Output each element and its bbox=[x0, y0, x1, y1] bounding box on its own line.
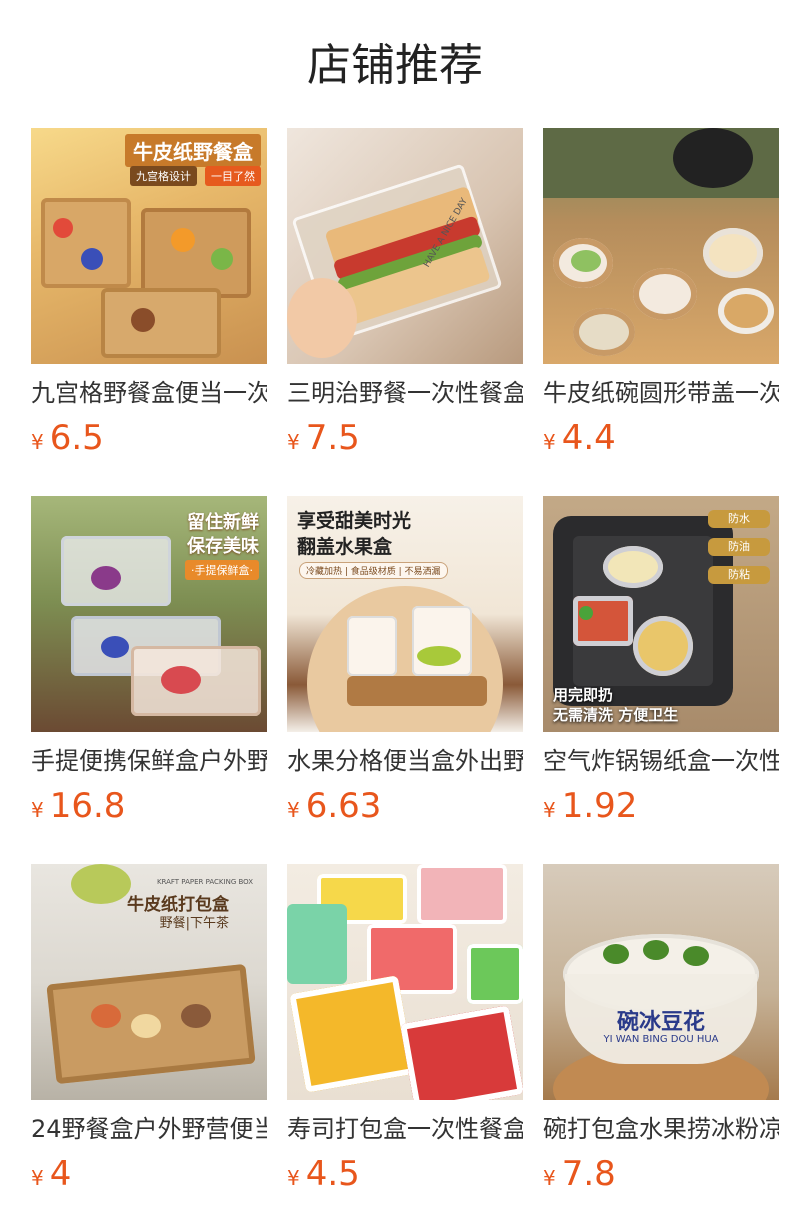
image-headline: 牛皮纸野餐盒 bbox=[125, 134, 261, 167]
price-value: 6.5 bbox=[49, 418, 104, 458]
product-name[interactable]: 碗打包盒水果捞冰粉凉 bbox=[543, 1114, 779, 1144]
image-tag: 翻盖水果盒 bbox=[297, 536, 393, 558]
image-tag: 九宫格设计 bbox=[130, 166, 197, 186]
price-value: 4.4 bbox=[561, 418, 616, 458]
currency-symbol: ¥ bbox=[287, 1166, 300, 1190]
currency-symbol: ¥ bbox=[543, 798, 556, 822]
price-value: 4 bbox=[49, 1154, 72, 1194]
product-name[interactable]: 九宫格野餐盒便当一次性餐 bbox=[31, 378, 267, 408]
product-price: ¥4.4 bbox=[543, 418, 616, 464]
product-image[interactable] bbox=[543, 128, 779, 364]
product-card[interactable]: 寿司打包盒一次性餐盒 ¥4.5 bbox=[287, 864, 523, 1232]
product-price: ¥6.63 bbox=[287, 786, 381, 832]
product-price: ¥6.5 bbox=[31, 418, 104, 464]
image-tag: YI WAN BING DOU HUA bbox=[603, 1034, 719, 1045]
product-name[interactable]: 24野餐盒户外野营便当 bbox=[31, 1114, 267, 1144]
product-card[interactable]: 碗冰豆花 YI WAN BING DOU HUA 碗打包盒水果捞冰粉凉 ¥7.8 bbox=[543, 864, 779, 1232]
product-image[interactable]: KRAFT PAPER PACKING BOX 牛皮纸打包盒 野餐|下午茶 bbox=[31, 864, 267, 1100]
product-name[interactable]: 寿司打包盒一次性餐盒 bbox=[287, 1114, 523, 1144]
product-name[interactable]: 手提便携保鲜盒户外野餐 bbox=[31, 746, 267, 776]
product-card[interactable]: KRAFT PAPER PACKING BOX 牛皮纸打包盒 野餐|下午茶 24… bbox=[31, 864, 267, 1232]
price-value: 16.8 bbox=[49, 786, 126, 826]
product-image[interactable]: 碗冰豆花 YI WAN BING DOU HUA bbox=[543, 864, 779, 1100]
product-card[interactable]: 享受甜美时光 翻盖水果盒 冷藏加热 | 食品级材质 | 不易洒漏 水果分格便当盒… bbox=[287, 496, 523, 864]
image-tag: 野餐|下午茶 bbox=[159, 916, 229, 931]
image-tag: 冷藏加热 | 食品级材质 | 不易洒漏 bbox=[299, 562, 448, 579]
currency-symbol: ¥ bbox=[31, 1166, 44, 1190]
product-card[interactable]: 留住新鲜 保存美味 ·手提保鲜盒· 手提便携保鲜盒户外野餐 ¥16.8 bbox=[31, 496, 267, 864]
image-badge: 防水 bbox=[728, 512, 750, 525]
product-price: ¥1.92 bbox=[543, 786, 637, 832]
price-value: 6.63 bbox=[305, 786, 382, 826]
currency-symbol: ¥ bbox=[543, 1166, 556, 1190]
image-badge: 防粘 bbox=[728, 568, 750, 581]
product-card[interactable]: 防水 防油 防粘 用完即扔 无需清洗 方便卫生 空气炸锅锡纸盒一次性 ¥1.92 bbox=[543, 496, 779, 864]
price-value: 7.8 bbox=[561, 1154, 616, 1194]
image-tag: 一目了然 bbox=[205, 166, 261, 186]
image-caption: 用完即扔 bbox=[553, 686, 614, 704]
currency-symbol: ¥ bbox=[543, 430, 556, 454]
currency-symbol: ¥ bbox=[31, 430, 44, 454]
image-headline: 留住新鲜 bbox=[187, 512, 259, 533]
image-caption: 无需清洗 方便卫生 bbox=[553, 706, 679, 724]
product-name[interactable]: 三明治野餐一次性餐盒 bbox=[287, 378, 523, 408]
product-image[interactable]: 享受甜美时光 翻盖水果盒 冷藏加热 | 食品级材质 | 不易洒漏 bbox=[287, 496, 523, 732]
price-value: 7.5 bbox=[305, 418, 360, 458]
product-price: ¥16.8 bbox=[31, 786, 125, 832]
product-image[interactable]: HAVE A NICE DAY bbox=[287, 128, 523, 364]
image-headline: 碗冰豆花 bbox=[616, 1010, 705, 1035]
product-image[interactable]: 防水 防油 防粘 用完即扔 无需清洗 方便卫生 bbox=[543, 496, 779, 732]
product-card[interactable]: 牛皮纸野餐盒 九宫格设计 一目了然 九宫格野餐盒便当一次性餐 ¥6.5 bbox=[31, 128, 267, 496]
product-price: ¥4 bbox=[31, 1154, 71, 1200]
product-name[interactable]: 空气炸锅锡纸盒一次性 bbox=[543, 746, 779, 776]
page: 店铺推荐 牛皮纸野餐盒 九宫格设计 一目了然 九宫格野餐盒便当一次性餐 ¥6.5 bbox=[0, 0, 790, 1232]
image-tag: ·手提保鲜盒· bbox=[185, 560, 259, 580]
product-price: ¥7.5 bbox=[287, 418, 360, 464]
image-badge: 防油 bbox=[728, 540, 750, 553]
page-title: 店铺推荐 bbox=[307, 40, 483, 91]
product-image[interactable]: 留住新鲜 保存美味 ·手提保鲜盒· bbox=[31, 496, 267, 732]
product-card[interactable]: 牛皮纸碗圆形带盖一次性 ¥4.4 bbox=[543, 128, 779, 496]
currency-symbol: ¥ bbox=[287, 798, 300, 822]
product-price: ¥4.5 bbox=[287, 1154, 360, 1200]
product-grid: 牛皮纸野餐盒 九宫格设计 一目了然 九宫格野餐盒便当一次性餐 ¥6.5 HAVE… bbox=[31, 128, 779, 1232]
product-name[interactable]: 牛皮纸碗圆形带盖一次性 bbox=[543, 378, 779, 408]
currency-symbol: ¥ bbox=[31, 798, 44, 822]
product-name[interactable]: 水果分格便当盒外出野餐 bbox=[287, 746, 523, 776]
currency-symbol: ¥ bbox=[287, 430, 300, 454]
image-headline: 享受甜美时光 bbox=[297, 510, 412, 532]
product-card[interactable]: HAVE A NICE DAY 三明治野餐一次性餐盒 ¥7.5 bbox=[287, 128, 523, 496]
price-value: 4.5 bbox=[305, 1154, 360, 1194]
product-image[interactable] bbox=[287, 864, 523, 1100]
price-value: 1.92 bbox=[561, 786, 638, 826]
product-image[interactable]: 牛皮纸野餐盒 九宫格设计 一目了然 bbox=[31, 128, 267, 364]
product-price: ¥7.8 bbox=[543, 1154, 616, 1200]
image-tag: KRAFT PAPER PACKING BOX bbox=[156, 878, 253, 886]
image-tag: 保存美味 bbox=[187, 536, 259, 557]
